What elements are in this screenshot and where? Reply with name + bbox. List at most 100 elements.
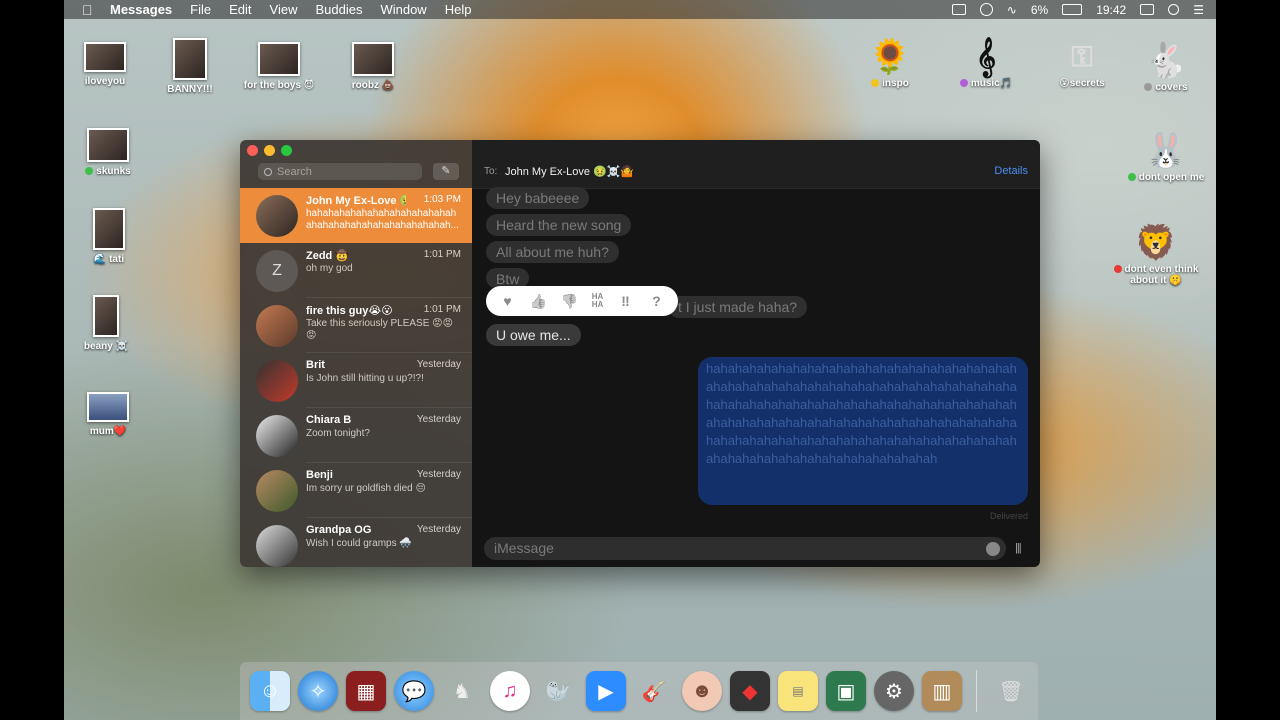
conversation-name: John My Ex-Love 🤢… [306, 195, 406, 207]
conversation-time: Yesterday [416, 524, 461, 535]
desktop-icon-secrets[interactable]: ⚿ 😮secrets [1037, 36, 1127, 89]
safari-icon[interactable]: ✧ [298, 671, 338, 711]
desktop-icon-roobz[interactable]: roobz 💩 [328, 42, 418, 91]
conversation-item[interactable]: Chiara B Yesterday Zoom tonight? [240, 408, 472, 463]
desktop-icon-label: roobz 💩 [351, 80, 395, 91]
heart-tapback-icon[interactable]: ♥ [497, 293, 519, 309]
desktop-icon-iloveyou[interactable]: iloveyou [64, 42, 150, 87]
avatar [256, 305, 298, 347]
desktop-icon-beany[interactable]: beany ☠️ [64, 295, 151, 352]
close-button[interactable] [247, 145, 258, 156]
search-input[interactable]: Search [258, 163, 422, 180]
minimize-button[interactable] [264, 145, 275, 156]
menu-edit[interactable]: Edit [229, 2, 251, 17]
recipient-name[interactable]: John My Ex-Love 🤢☠️🤷 [505, 165, 634, 178]
garageband-icon[interactable]: 🎸 [634, 671, 674, 711]
photo-thumbnail [352, 42, 394, 76]
menu-buddies[interactable]: Buddies [315, 2, 362, 17]
emoji-icon[interactable] [986, 542, 1000, 556]
photo-app-icon[interactable]: ◆ [730, 671, 770, 711]
desktop-icon-dont-open-me[interactable]: 🐰 dont open me [1116, 130, 1216, 183]
zoom-icon[interactable]: ▶ [586, 671, 626, 711]
battery-percent[interactable]: 6% [1031, 3, 1048, 17]
lion-icon: 🦁 [1134, 224, 1178, 262]
conversation-item[interactable]: fire this guy😭😮 1:01 PM Take this seriou… [240, 298, 472, 353]
desktop-icon-dont-even-think[interactable]: 🦁 dont even think about it 🤫 [1110, 222, 1202, 286]
tag-dot [959, 79, 968, 87]
conversation-item[interactable]: John My Ex-Love 🤢… 1:03 PM hahahahahahah… [240, 188, 472, 243]
search-placeholder: Search [277, 165, 312, 178]
menu-help[interactable]: Help [445, 2, 472, 17]
received-message[interactable]: Btw [486, 268, 530, 288]
desktop-icon-label: 🌊 tati [93, 254, 125, 265]
messages-icon[interactable]: 💬 [394, 671, 434, 711]
screen-record-icon[interactable] [951, 4, 966, 15]
desktop-icon-label: dont even think about it 🤫 [1124, 264, 1199, 286]
zoom-button[interactable] [281, 145, 292, 156]
contacts-icon[interactable]: ▥ [922, 671, 962, 711]
received-message[interactable]: Heard the new song [486, 214, 632, 236]
received-message[interactable]: U owe me... [486, 324, 581, 346]
notification-center-icon[interactable]: ☰ [1193, 3, 1204, 17]
thumbs-up-tapback-icon[interactable]: 👍 [528, 293, 550, 310]
desktop-icon-for-the-boys[interactable]: for the boys 😈 [234, 42, 324, 91]
menu-window[interactable]: Window [380, 2, 426, 17]
inkscape-icon[interactable]: ♞ [442, 671, 482, 711]
sent-message[interactable]: hahahahahahahahahahahahahahahahahahahaha… [698, 357, 1028, 505]
message-input[interactable]: iMessage [484, 537, 1006, 560]
received-message[interactable]: t I just made haha? [668, 296, 808, 318]
compose-button[interactable]: ✎ [433, 163, 459, 180]
desktop-icon-skunks[interactable]: skunks [64, 128, 153, 177]
desktop-icon-tati[interactable]: 🌊 tati [64, 208, 154, 265]
apple-icon[interactable]:  [82, 2, 96, 18]
question-tapback-icon[interactable]: ? [646, 293, 668, 309]
desktop-icon-inspo[interactable]: 🌻 inspo [845, 36, 935, 89]
details-button[interactable]: Details [994, 165, 1028, 177]
battery-icon[interactable] [1062, 4, 1083, 15]
conversation-time: 1:03 PM [423, 194, 461, 205]
itunes-icon[interactable]: ♫ [490, 671, 530, 711]
window-icon[interactable] [1140, 4, 1155, 15]
desktop-icon-mum[interactable]: mum❤️ [64, 392, 153, 437]
face-app-icon[interactable]: ☻ [682, 671, 722, 711]
thumbs-down-tapback-icon[interactable]: 👎 [559, 293, 581, 310]
trash-icon[interactable]: 🗑 [991, 671, 1031, 711]
finder-icon[interactable]: ☺ [250, 671, 290, 711]
desktop-icon-music[interactable]: 𝄞 music🎵 [941, 36, 1031, 89]
photo-thumbnail [87, 128, 129, 162]
creative-cloud-icon[interactable] [979, 3, 993, 16]
desktop-icon-covers[interactable]: 🐇 covers [1121, 40, 1211, 93]
sunflower-icon: 🌻 [868, 38, 912, 76]
photo-thumbnail [173, 38, 207, 80]
system-preferences-icon[interactable]: ⚙ [874, 671, 914, 711]
received-message[interactable]: All about me huh? [486, 241, 619, 263]
conversation-time: Yesterday [416, 469, 461, 480]
menu-app-name[interactable]: Messages [110, 2, 172, 17]
conversation-item[interactable]: Brit Yesterday Is John still hitting u u… [240, 353, 472, 408]
dock: ☺ ✧ ▦ 💬 ♞ ♫ 🦭 ▶ 🎸 ☻ ◆ ▤ ▣ ⚙ ▥ 🗑 [240, 662, 1038, 720]
clock[interactable]: 19:42 [1096, 3, 1126, 17]
conversation-item[interactable]: Grandpa OG Yesterday Wish I could gramps… [240, 518, 472, 567]
received-message[interactable]: Hey babeeee [486, 187, 590, 209]
chat-pane: To: John My Ex-Love 🤢☠️🤷 Details Hey bab… [472, 140, 1040, 567]
conversation-item[interactable]: Z Zedd 🤠 1:01 PM oh my god [240, 243, 472, 298]
tag-dot [871, 79, 880, 87]
seal-icon[interactable]: 🦭 [538, 671, 578, 711]
menu-file[interactable]: File [190, 2, 211, 17]
conversation-name: Benji [306, 469, 333, 481]
haha-tapback-icon[interactable]: HA HA [590, 293, 606, 309]
desktop-icon-banny[interactable]: BANNY!!! [145, 38, 235, 95]
audio-message-icon[interactable]: ||| [1015, 542, 1022, 554]
photo-booth-icon[interactable]: ▦ [346, 671, 386, 711]
menu-view[interactable]: View [270, 2, 298, 17]
stickies-icon[interactable]: ▤ [778, 671, 818, 711]
conversation-item[interactable]: Benji Yesterday Im sorry ur goldfish die… [240, 463, 472, 518]
conversation-time: Yesterday [416, 414, 461, 425]
preview-icon[interactable]: ▣ [826, 671, 866, 711]
desktop-icon-label: music🎵 [970, 78, 1013, 89]
exclamation-tapback-icon[interactable]: ‼ [615, 293, 637, 309]
conversation-time: Yesterday [416, 359, 461, 370]
spotlight-search-icon[interactable] [1168, 4, 1180, 15]
wifi-icon[interactable]: ∿ [1007, 3, 1017, 17]
tag-dot [1113, 265, 1122, 273]
